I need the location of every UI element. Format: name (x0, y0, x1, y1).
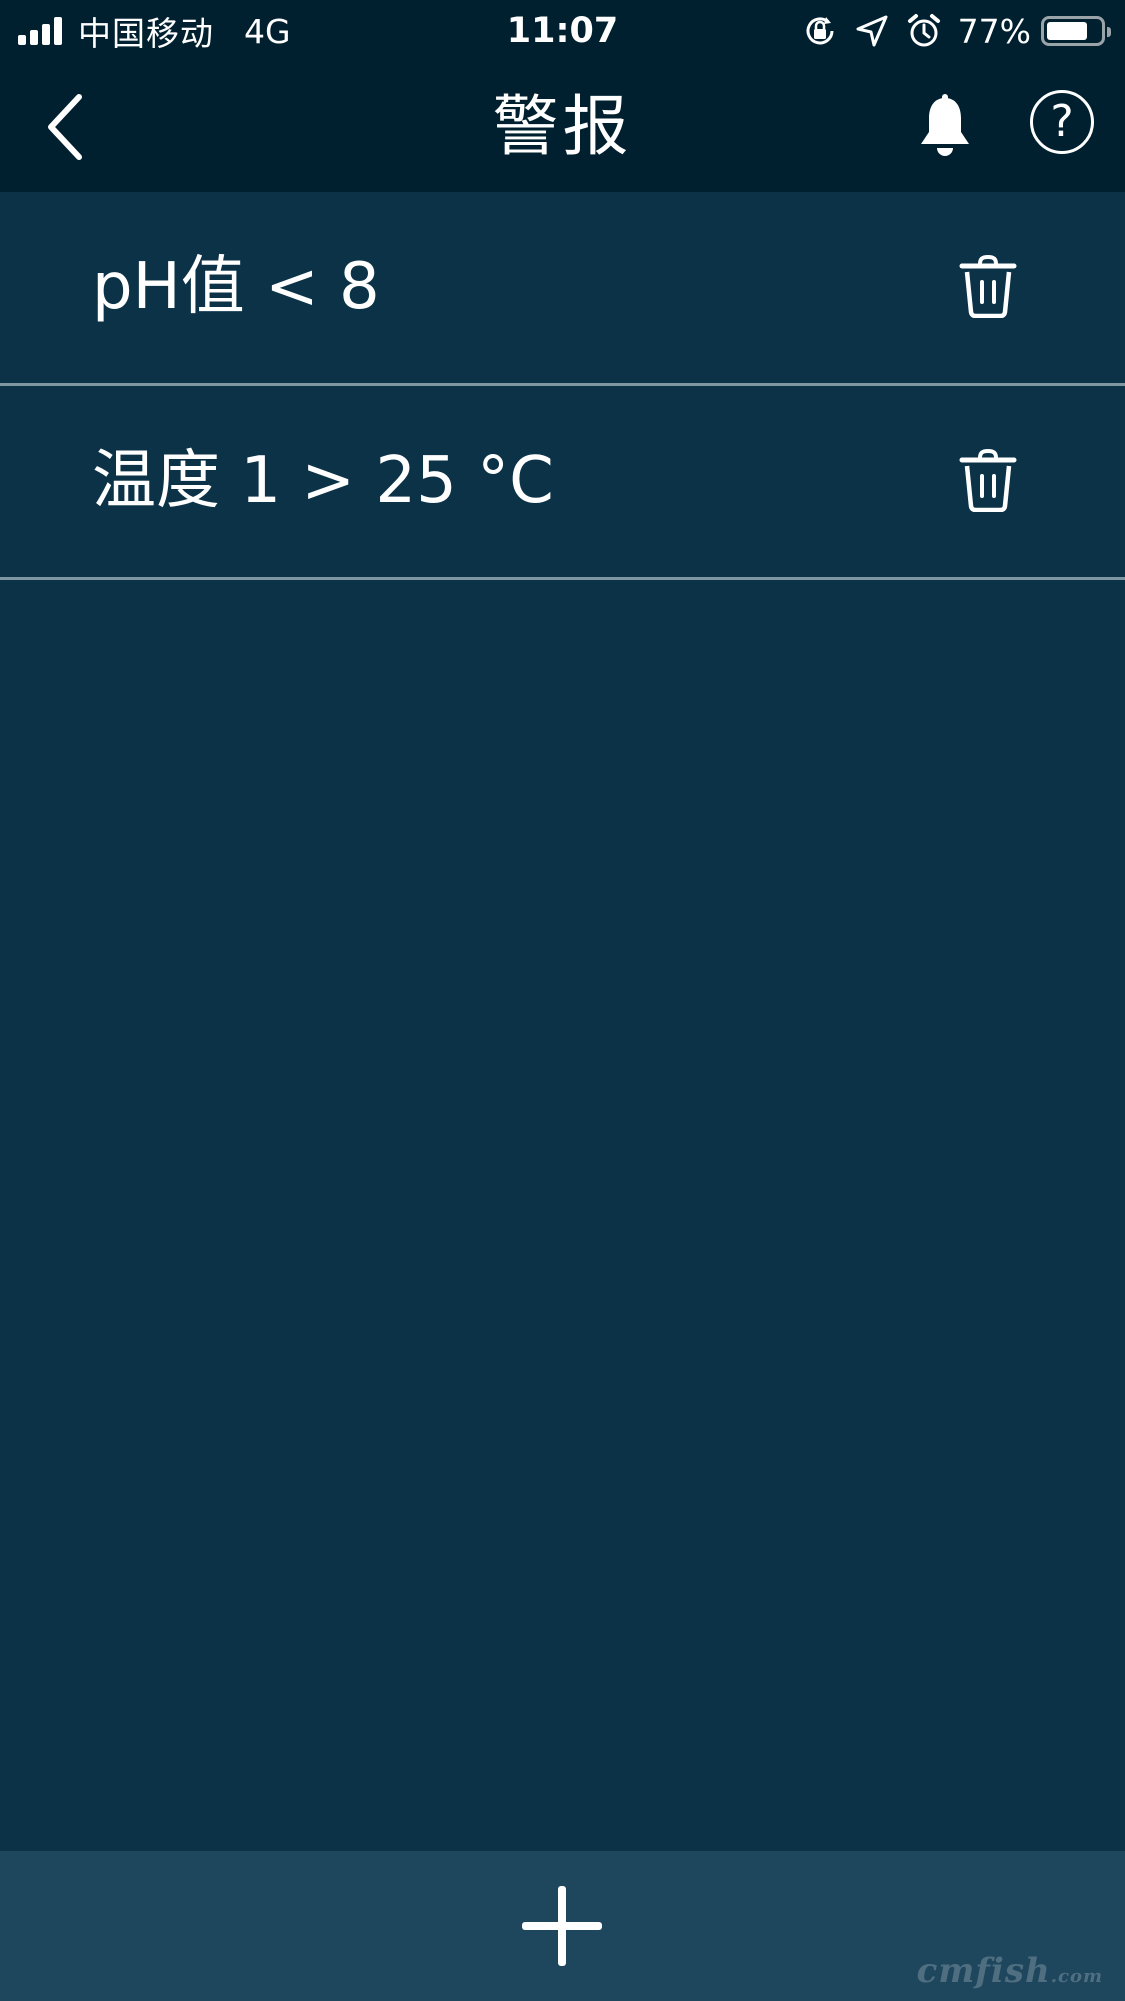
alert-list: pH值 < 8 温度 1 > 25 °C (0, 192, 1125, 580)
alert-condition-text: pH值 < 8 (92, 250, 380, 324)
delete-alert-button[interactable] (955, 444, 1021, 516)
notifications-button[interactable] (910, 87, 980, 167)
alerts-screen: 中国移动 4G 11:07 77% 警报 ? pH值 < 8 温度 1 > 25… (0, 0, 1125, 2001)
watermark-suffix: .com (1050, 1966, 1103, 1987)
help-button[interactable]: ? (1030, 90, 1094, 154)
watermark-main: cmfish (916, 1951, 1051, 1991)
alert-row[interactable]: pH值 < 8 (0, 192, 1125, 386)
rotation-lock-icon (806, 17, 834, 45)
status-right: 77% (802, 8, 1111, 54)
battery-icon (1041, 16, 1111, 46)
battery-percent: 77% (957, 11, 1031, 51)
bottom-bar: cmfish.com (0, 1851, 1125, 2001)
alert-row[interactable]: 温度 1 > 25 °C (0, 386, 1125, 580)
add-alert-button[interactable] (522, 1886, 602, 1966)
status-bar: 中国移动 4G 11:07 77% (0, 0, 1125, 62)
trash-icon (959, 448, 1017, 512)
nav-bar: 警报 ? (0, 62, 1125, 192)
trash-icon (959, 254, 1017, 318)
bell-icon (921, 94, 969, 156)
watermark: cmfish.com (917, 1951, 1103, 1991)
alarm-icon (907, 14, 940, 47)
help-icon: ? (1050, 96, 1074, 147)
alert-condition-text: 温度 1 > 25 °C (92, 444, 554, 518)
back-chevron-icon (48, 94, 82, 160)
battery-level-fill (1047, 22, 1087, 40)
back-button[interactable] (30, 82, 100, 172)
delete-alert-button[interactable] (955, 250, 1021, 322)
location-icon (856, 15, 888, 47)
